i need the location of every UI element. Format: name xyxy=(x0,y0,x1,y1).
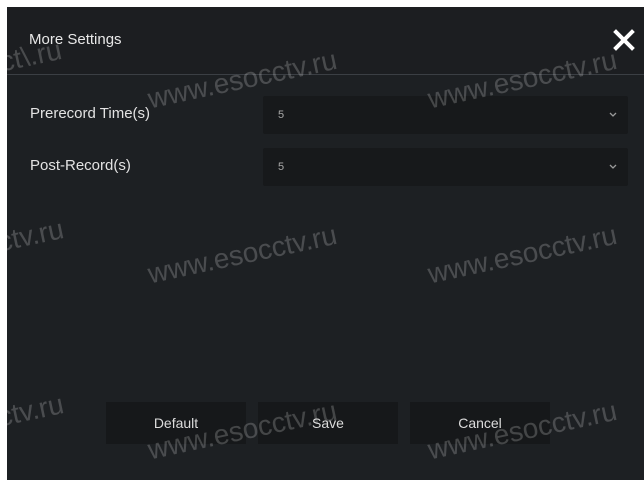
post-record-select[interactable]: 5 xyxy=(263,148,628,186)
save-button[interactable]: Save xyxy=(258,402,398,444)
prerecord-time-select[interactable]: 5 xyxy=(263,96,628,134)
close-icon xyxy=(613,29,635,51)
default-button[interactable]: Default xyxy=(106,402,246,444)
post-record-label: Post-Record(s) xyxy=(30,157,131,174)
watermark-text: ctv.ru xyxy=(7,388,67,433)
close-button[interactable] xyxy=(609,25,639,55)
watermark-text: www.esocctv.ru xyxy=(425,218,620,290)
watermark-text: ctv.ru xyxy=(7,213,67,258)
prerecord-time-label: Prerecord Time(s) xyxy=(30,105,151,122)
dialog-title: More Settings xyxy=(29,31,122,48)
prerecord-time-value: 5 xyxy=(278,109,285,121)
title-divider xyxy=(7,74,644,75)
dialog-titlebar: More Settings xyxy=(7,7,644,74)
watermark-text: www.esocctv.ru xyxy=(145,218,340,290)
cancel-button[interactable]: Cancel xyxy=(410,402,550,444)
chevron-down-icon xyxy=(609,164,617,169)
chevron-down-icon xyxy=(609,112,617,117)
more-settings-dialog: More Settings Prerecord Time(s) 5 Post-R… xyxy=(7,7,644,480)
post-record-value: 5 xyxy=(278,161,285,173)
